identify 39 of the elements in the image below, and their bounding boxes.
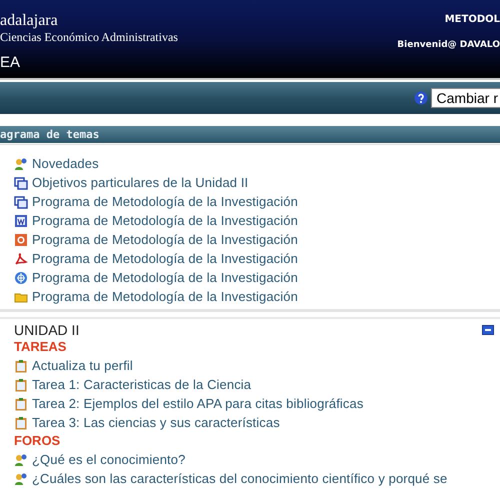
- resource-link[interactable]: Programa de Metodología de la Investigación: [32, 270, 298, 285]
- resource-link[interactable]: ¿Cuáles son las características del conocimiento científico y porqué se: [32, 471, 448, 486]
- change-role-button[interactable]: Cambiar r: [430, 88, 500, 108]
- resource-link[interactable]: Novedades: [32, 156, 99, 171]
- resource-link[interactable]: Tarea 2: Ejemplos del estilo APA para citas bibliográficas: [32, 396, 364, 411]
- section-title-bar: agrama de temas: [0, 126, 500, 143]
- section-heading: FOROS: [14, 432, 60, 450]
- clipboard-icon: [14, 358, 28, 372]
- section-heading: TAREAS: [14, 338, 66, 356]
- resource-link[interactable]: Programa de Metodología de la Investigación: [32, 251, 298, 266]
- window-icon: [14, 176, 28, 190]
- collapse-icon[interactable]: [482, 325, 494, 335]
- institution-name: adalajara: [0, 12, 59, 30]
- resource-link[interactable]: Tarea 1: Caracteristicas de la Ciencia: [32, 377, 252, 392]
- people-icon: [14, 472, 28, 486]
- course-name: METODOL: [444, 14, 500, 25]
- help-icon[interactable]: [414, 91, 428, 105]
- site-name: EA: [0, 54, 22, 71]
- department-name: Ciencias Económico Administrativas: [0, 30, 178, 45]
- window-icon: [14, 194, 28, 208]
- resource-link[interactable]: Objetivos particulares de la Unidad II: [32, 175, 248, 190]
- document-icon: [14, 214, 28, 228]
- resource-link[interactable]: Programa de Metodología de la Investigación: [32, 194, 298, 209]
- globe-icon: [14, 270, 28, 284]
- welcome-text: Bienvenid@ DAVALO: [397, 40, 500, 50]
- resource-link[interactable]: Programa de Metodología de la Investigación: [32, 232, 298, 247]
- resource-link[interactable]: Tarea 3: Las ciencias y sus características: [32, 415, 280, 430]
- resource-link[interactable]: Programa de Metodología de la Investigación: [32, 289, 298, 304]
- resource-link[interactable]: Programa de Metodología de la Investigación: [32, 213, 298, 228]
- resource-link[interactable]: Actualiza tu perfil: [32, 358, 133, 373]
- clipboard-icon: [14, 378, 28, 392]
- clipboard-icon: [14, 416, 28, 430]
- people-icon: [14, 156, 28, 170]
- slides-icon: [14, 232, 28, 246]
- pdf-icon: [14, 252, 28, 266]
- people-icon: [14, 452, 28, 466]
- resource-link[interactable]: ¿Qué es el conocimiento?: [32, 452, 186, 467]
- clipboard-icon: [14, 396, 28, 410]
- unit-title: UNIDAD II: [14, 322, 80, 338]
